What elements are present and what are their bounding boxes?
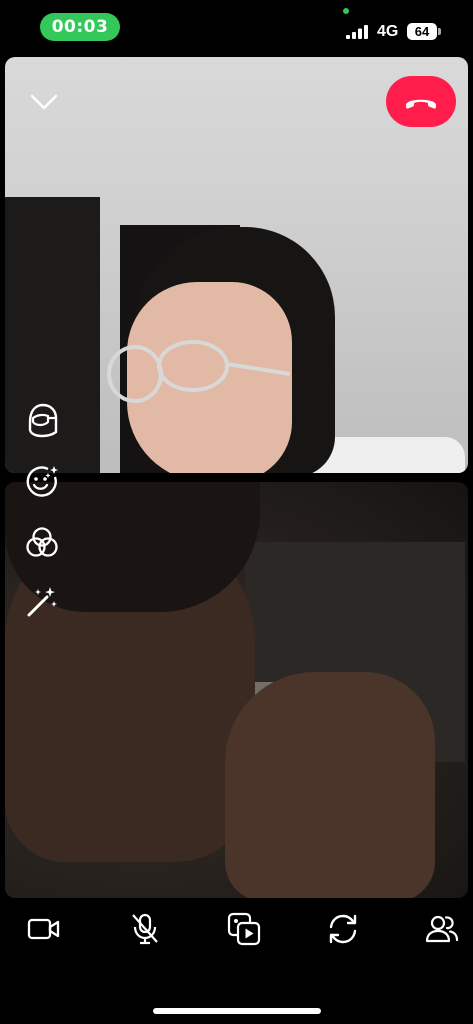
- home-indicator[interactable]: [153, 1008, 321, 1014]
- video-camera-icon: [27, 918, 60, 940]
- sparkle-face-icon: [26, 466, 58, 497]
- filters-button[interactable]: [22, 523, 62, 563]
- hang-up-phone-icon: [406, 99, 436, 109]
- network-type: 4G: [377, 23, 399, 40]
- flip-camera-button[interactable]: [321, 907, 365, 951]
- status-bar: 00:03 4G 64: [0, 0, 473, 56]
- minimize-call-button[interactable]: [25, 85, 63, 119]
- camera-in-use-indicator: [343, 8, 349, 14]
- magic-wand-icon: [27, 587, 57, 617]
- face-mask-button[interactable]: [22, 400, 62, 440]
- battery-cap: [438, 28, 441, 35]
- magic-wand-button[interactable]: [22, 582, 62, 622]
- cellular-signal-icon: [346, 25, 368, 39]
- thumbs-up-hand: [225, 672, 435, 898]
- mute-button[interactable]: [123, 907, 167, 951]
- face-mask-icon: [28, 403, 58, 438]
- call-timer[interactable]: 00:03: [40, 13, 120, 41]
- filters-icon: [26, 527, 58, 557]
- microphone-muted-icon: [132, 913, 158, 945]
- face-effects-button[interactable]: [22, 462, 62, 502]
- participants-button[interactable]: [420, 907, 464, 951]
- participant-glasses: [107, 340, 291, 403]
- battery-indicator: 64: [407, 23, 437, 40]
- self-video-feed[interactable]: [5, 482, 468, 898]
- end-call-button[interactable]: [386, 76, 456, 127]
- media-share-icon: [227, 912, 261, 946]
- camera-toggle-button[interactable]: [22, 907, 66, 951]
- share-media-button[interactable]: [222, 907, 266, 951]
- participants-icon: [425, 915, 459, 943]
- call-controls-toolbar: [0, 902, 473, 957]
- chevron-down-icon: [30, 94, 58, 110]
- flip-camera-icon: [329, 914, 357, 944]
